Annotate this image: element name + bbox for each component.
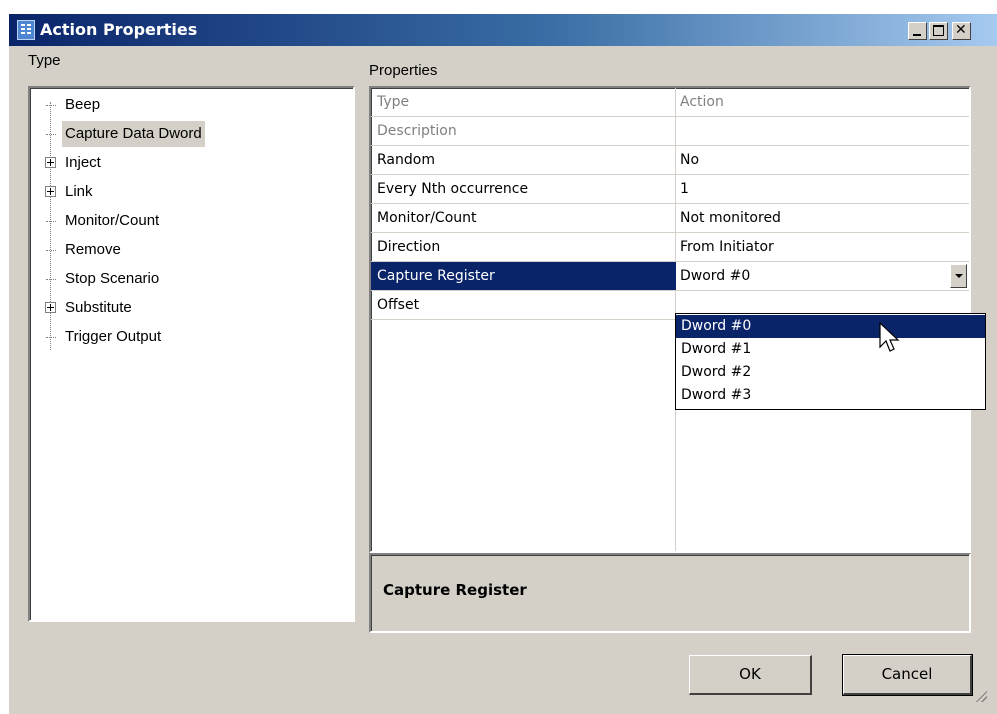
tree-item-label: Capture Data Dword xyxy=(62,121,205,147)
expand-plus-icon[interactable] xyxy=(45,302,56,313)
title-bar[interactable]: Action Properties xyxy=(9,14,997,46)
expand-plus-icon[interactable] xyxy=(45,157,56,168)
property-name: Every Nth occurrence xyxy=(377,181,529,197)
property-value: Action xyxy=(680,94,724,110)
tree-item-label: Stop Scenario xyxy=(65,270,160,287)
tree-connector xyxy=(46,250,56,251)
property-name: Random xyxy=(377,152,435,168)
property-name: Type xyxy=(377,94,410,110)
close-button[interactable] xyxy=(952,22,971,40)
property-value: No xyxy=(680,152,700,168)
property-name: Description xyxy=(377,123,457,139)
tree-item-label: Link xyxy=(65,183,93,200)
tree-connector xyxy=(46,279,56,280)
property-name: Capture Register xyxy=(377,268,495,284)
tree-connector xyxy=(46,337,56,338)
property-value: From Initiator xyxy=(680,239,774,255)
property-name: Direction xyxy=(377,239,441,255)
property-row[interactable]: Random No xyxy=(371,146,969,175)
type-tree[interactable]: Beep Capture Data Dword Inject Link Monitor/… xyxy=(28,86,355,622)
description-title: Capture Register xyxy=(383,581,527,599)
ok-button[interactable]: OK xyxy=(689,655,812,695)
properties-label: Properties xyxy=(369,62,438,79)
property-row[interactable]: Direction From Initiator xyxy=(371,233,969,262)
mouse-pointer-icon xyxy=(879,322,900,352)
expand-plus-icon[interactable] xyxy=(45,186,56,197)
property-row[interactable]: Capture Register Dword #0 xyxy=(371,262,969,291)
minimize-button[interactable] xyxy=(908,22,927,40)
property-name: Monitor/Count xyxy=(377,210,477,226)
capture-register-dropdown-list[interactable]: Dword #0 Dword #1 Dword #2 Dword #3 xyxy=(675,313,986,410)
property-row[interactable]: Monitor/Count Not monitored xyxy=(371,204,969,233)
dropdown-arrow-icon[interactable] xyxy=(950,264,967,288)
tree-connector xyxy=(46,134,56,135)
resize-grip-icon[interactable] xyxy=(973,688,987,702)
tree-connector xyxy=(46,105,56,106)
property-row[interactable]: Type Action xyxy=(371,88,969,117)
property-value: 1 xyxy=(680,181,689,197)
tree-item-label: Beep xyxy=(65,96,101,113)
maximize-button[interactable] xyxy=(929,22,948,40)
cancel-button[interactable]: Cancel xyxy=(842,654,973,696)
description-panel: Capture Register xyxy=(369,553,971,633)
capture-register-combo[interactable]: Dword #0 xyxy=(680,262,750,290)
tree-item-label: Monitor/Count xyxy=(65,212,160,229)
property-name: Offset xyxy=(377,297,420,313)
type-label: Type xyxy=(28,52,61,69)
tree-item-label: Substitute xyxy=(65,299,132,316)
dropdown-option[interactable]: Dword #1 xyxy=(676,338,985,361)
tree-item-label: Inject xyxy=(65,154,101,171)
tree-connector xyxy=(46,221,56,222)
property-value: Not monitored xyxy=(680,210,781,226)
window-title: Action Properties xyxy=(40,20,198,39)
app-icon xyxy=(17,20,35,40)
tree-item-label: Remove xyxy=(65,241,121,258)
dropdown-option[interactable]: Dword #0 xyxy=(676,315,985,338)
dropdown-option[interactable]: Dword #3 xyxy=(676,384,985,407)
property-row[interactable]: Description xyxy=(371,117,969,146)
property-row[interactable]: Every Nth occurrence 1 xyxy=(371,175,969,204)
tree-item-label: Trigger Output xyxy=(65,328,162,345)
dropdown-option[interactable]: Dword #2 xyxy=(676,361,985,384)
